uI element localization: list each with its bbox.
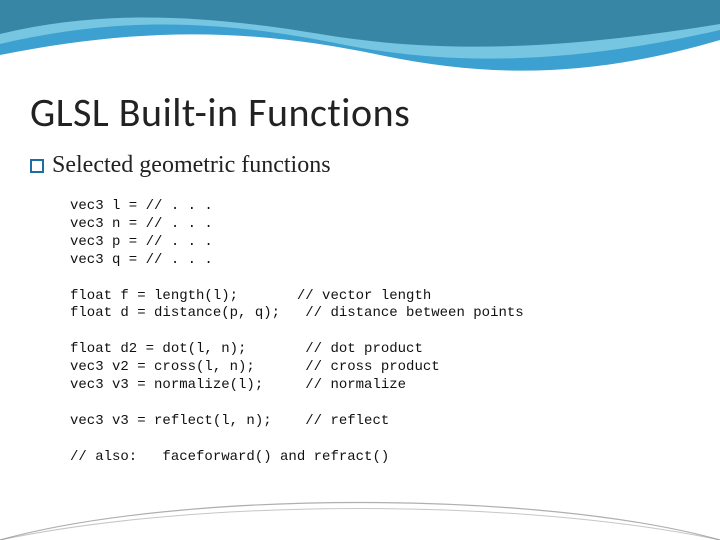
bullet-icon [30, 159, 44, 173]
subtitle-row: Selected geometric functions [30, 152, 331, 179]
slide-title: GLSL Built-in Functions [30, 88, 410, 137]
decorative-curve-bottom [0, 480, 720, 540]
slide-subtitle: Selected geometric functions [52, 152, 331, 179]
decorative-wave-top [0, 0, 720, 90]
code-block: vec3 l = // . . . vec3 n = // . . . vec3… [70, 198, 524, 467]
slide: GLSL Built-in Functions Selected geometr… [0, 0, 720, 540]
